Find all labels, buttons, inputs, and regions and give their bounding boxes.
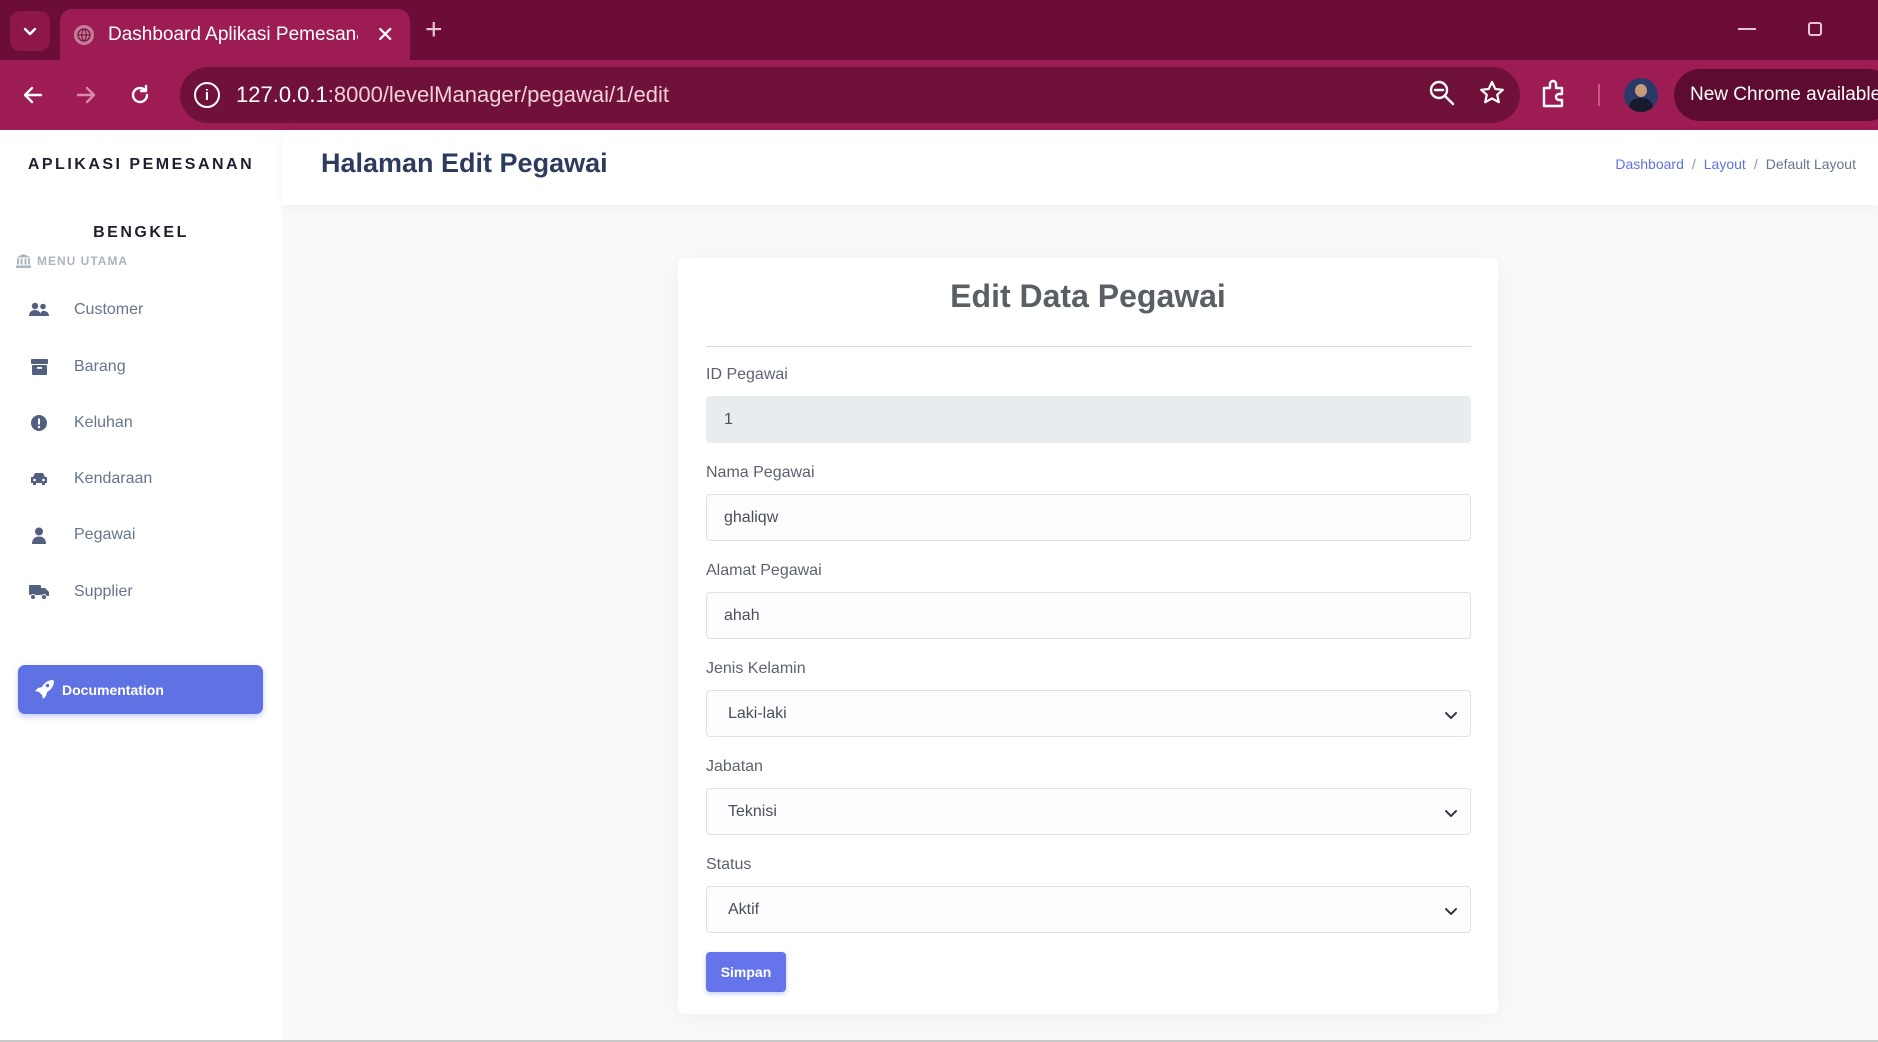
address-bar[interactable]: i 127.0.0.1:8000/levelManager/pegawai/1/…: [180, 67, 1520, 123]
new-chrome-available-button[interactable]: New Chrome available: [1674, 69, 1878, 121]
alert-icon: [28, 412, 50, 434]
url-text: 127.0.0.1:8000/levelManager/pegawai/1/ed…: [236, 82, 669, 107]
sidebar-item-pegawai[interactable]: Pegawai: [28, 515, 268, 555]
sidebar-item-kendaraan[interactable]: Kendaraan: [28, 459, 268, 499]
back-button[interactable]: [14, 76, 52, 114]
sidebar-item-customer[interactable]: Customer: [28, 290, 268, 330]
user-icon: [28, 524, 50, 546]
sidebar-item-supplier[interactable]: Supplier: [28, 572, 268, 612]
jenis-kelamin-select[interactable]: Laki-laki: [706, 690, 1471, 737]
edit-pegawai-card: Edit Data Pegawai ID Pegawai 1 Nama Pega…: [678, 258, 1498, 1014]
status-value: Aktif: [728, 900, 760, 918]
browser-toolbar: i 127.0.0.1:8000/levelManager/pegawai/1/…: [0, 60, 1878, 130]
nama-pegawai-label: Nama Pegawai: [706, 464, 815, 481]
users-icon: [28, 299, 50, 321]
box-icon: [28, 356, 50, 378]
truck-icon: [28, 581, 50, 603]
browser-titlebar: Dashboard Aplikasi Pemesanan ✕ +: [0, 0, 1878, 60]
chevron-down-icon: [1445, 810, 1457, 817]
breadcrumb: Dashboard / Layout / Default Layout: [1615, 156, 1856, 172]
alamat-pegawai-label: Alamat Pegawai: [706, 562, 822, 579]
reload-icon: [131, 84, 149, 104]
id-pegawai-label: ID Pegawai: [706, 366, 788, 383]
simpan-button[interactable]: Simpan: [706, 952, 786, 992]
breadcrumb-layout[interactable]: Layout: [1704, 156, 1746, 172]
car-icon: [28, 468, 50, 490]
status-select[interactable]: Aktif: [706, 886, 1471, 933]
browser-tab-active[interactable]: Dashboard Aplikasi Pemesanan ✕: [60, 9, 410, 60]
rocket-icon: [35, 680, 54, 699]
id-pegawai-field: 1: [706, 396, 1471, 443]
toolbar-divider: [1598, 84, 1600, 106]
profile-avatar[interactable]: [1624, 78, 1658, 112]
globe-icon: [74, 24, 94, 45]
form-title: Edit Data Pegawai: [950, 278, 1226, 314]
new-tab-icon[interactable]: +: [425, 13, 443, 47]
nama-pegawai-field[interactable]: ghaliqw: [706, 494, 1471, 541]
alamat-pegawai-field[interactable]: ahah: [706, 592, 1471, 639]
jabatan-select[interactable]: Teknisi: [706, 788, 1471, 835]
breadcrumb-dashboard[interactable]: Dashboard: [1615, 156, 1684, 172]
jabatan-label: Jabatan: [706, 758, 763, 775]
jenis-kelamin-label: Jenis Kelamin: [706, 660, 806, 677]
divider: [706, 346, 1471, 347]
forward-button[interactable]: [67, 76, 105, 114]
documentation-button[interactable]: Documentation: [18, 665, 263, 714]
tab-search-button[interactable]: [10, 11, 50, 51]
sidebar: APLIKASI PEMESANAN BENGKEL MENU UTAMA Cu…: [0, 130, 282, 1042]
bookmark-star-icon[interactable]: [1478, 79, 1506, 107]
sidebar-item-keluhan[interactable]: Keluhan: [28, 403, 268, 443]
forward-arrow-icon: [76, 86, 96, 104]
brand-name: APLIKASI PEMESANAN: [27, 156, 255, 173]
tab-title: Dashboard Aplikasi Pemesanan: [108, 23, 358, 45]
minimize-icon[interactable]: [1738, 28, 1756, 30]
extensions-icon[interactable]: [1538, 78, 1570, 110]
reload-button[interactable]: [121, 76, 159, 114]
chevron-down-icon: [1445, 712, 1457, 719]
menu-heading: MENU UTAMA: [16, 254, 128, 268]
jabatan-value: Teknisi: [728, 802, 777, 820]
zoom-icon[interactable]: [1428, 79, 1456, 107]
sidebar-item-barang[interactable]: Barang: [28, 347, 268, 387]
breadcrumb-current: Default Layout: [1765, 156, 1856, 172]
page-header: Halaman Edit Pegawai Dashboard / Layout …: [282, 130, 1878, 205]
close-tab-icon[interactable]: ✕: [376, 23, 394, 46]
bank-icon: [16, 254, 31, 268]
chevron-down-icon: [1445, 908, 1457, 915]
restore-icon[interactable]: [1808, 22, 1822, 36]
chevron-down-icon: [23, 27, 37, 36]
back-arrow-icon: [23, 86, 43, 104]
site-info-icon[interactable]: i: [194, 82, 220, 108]
brand-subtitle: BENGKEL: [93, 224, 189, 241]
status-label: Status: [706, 856, 752, 873]
page-title: Halaman Edit Pegawai: [321, 148, 608, 178]
jenis-kelamin-value: Laki-laki: [728, 704, 787, 722]
